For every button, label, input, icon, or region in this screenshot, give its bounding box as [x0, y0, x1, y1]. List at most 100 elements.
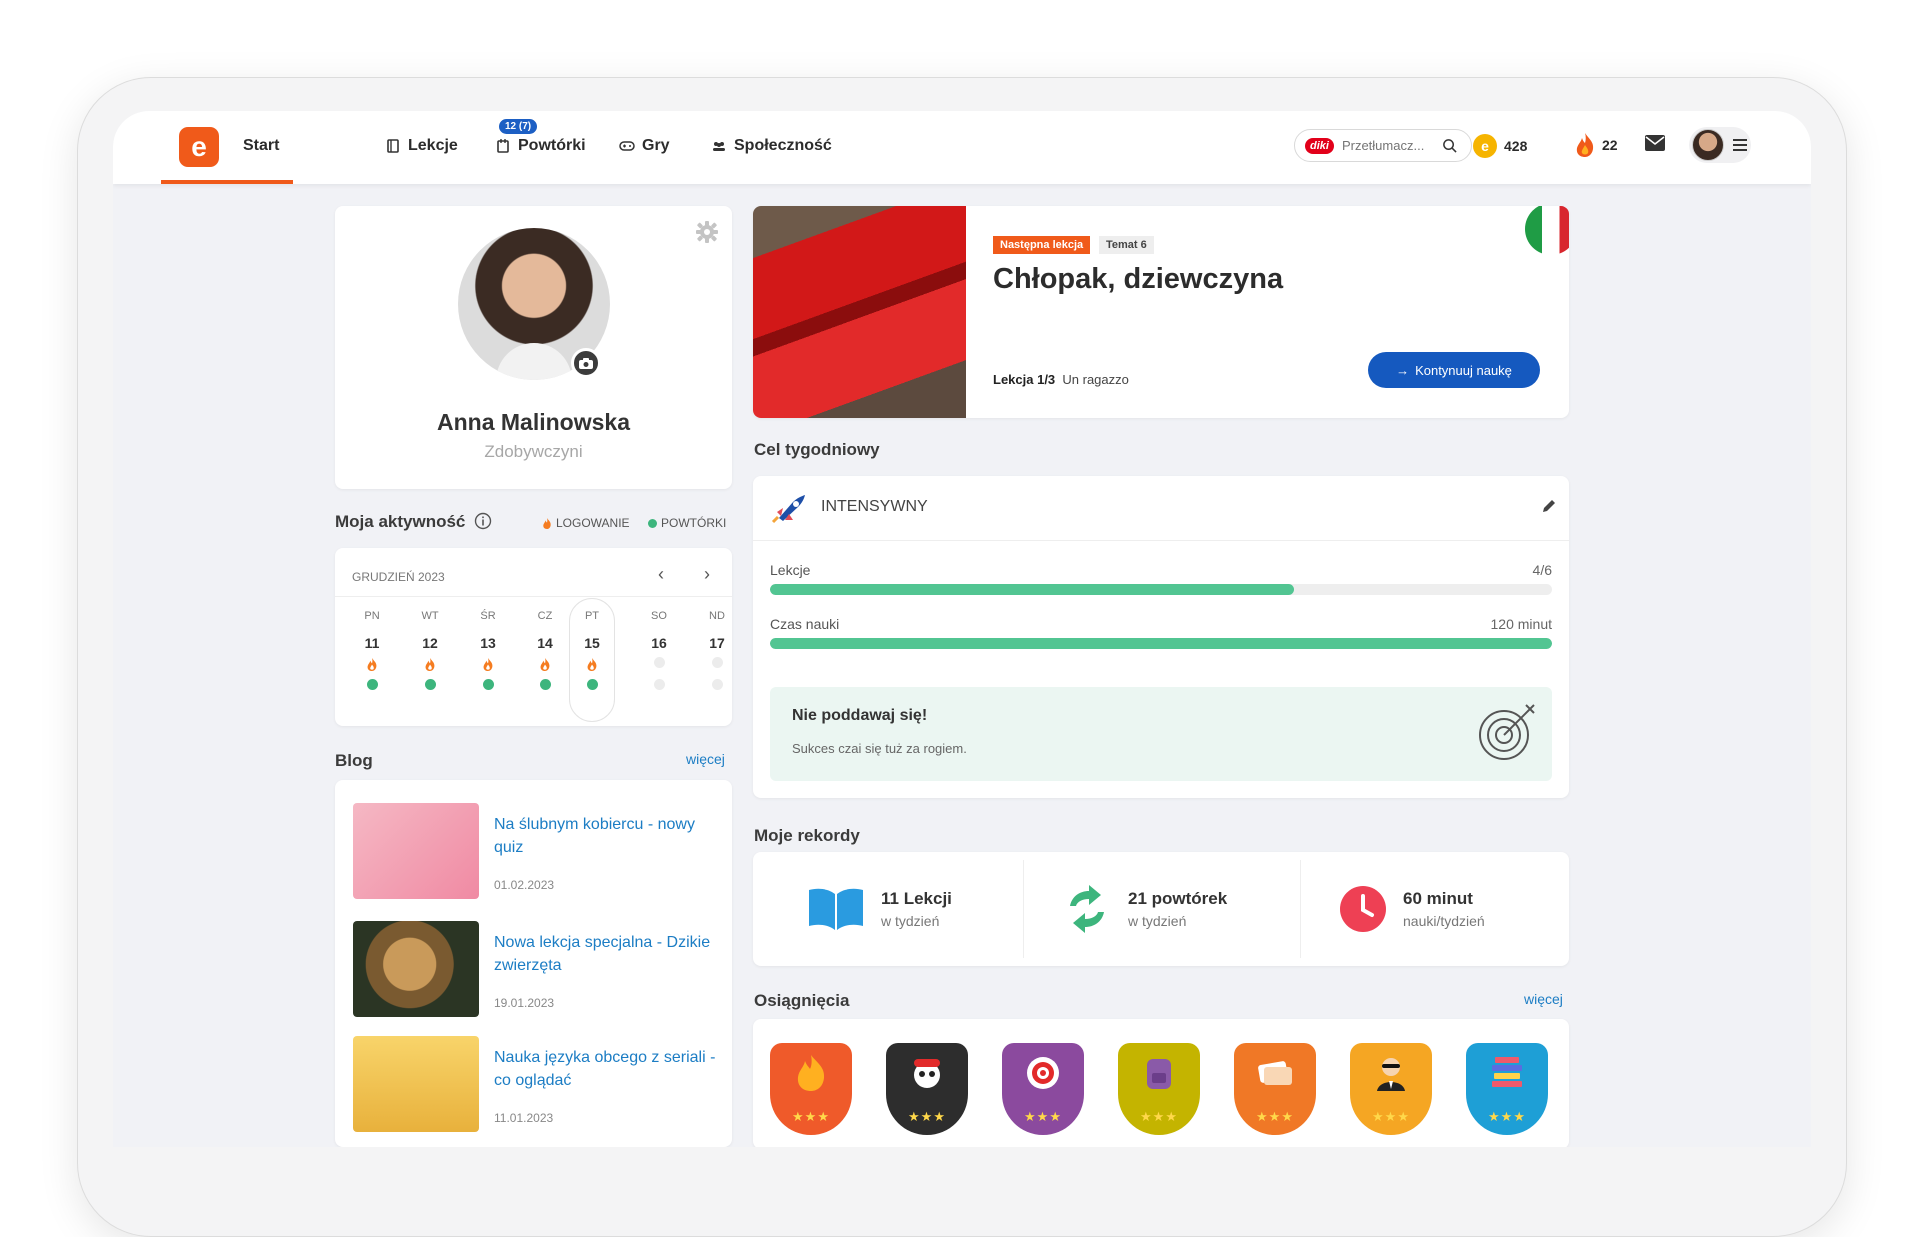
login-marker	[697, 657, 737, 673]
review-marker	[352, 679, 392, 690]
calendar-day[interactable]: CZ 14	[525, 610, 565, 690]
diki-logo: diki	[1305, 137, 1334, 154]
review-dot	[482, 679, 494, 690]
search-icon[interactable]	[1442, 138, 1457, 153]
achievement-badge[interactable]: ★★★	[1118, 1043, 1200, 1135]
coins-counter[interactable]: e 428	[1473, 134, 1527, 158]
topic-tag: Temat 6	[1099, 236, 1154, 254]
day-date: 12	[422, 635, 438, 651]
records-title: Moje rekordy	[754, 826, 860, 845]
flame-icon	[543, 517, 551, 529]
record-time: 60 minut nauki/tydzień	[1339, 852, 1485, 966]
achievements-more-link[interactable]: więcej	[1524, 991, 1563, 1007]
day-name: PT	[584, 610, 600, 622]
review-marker	[525, 679, 565, 690]
day-date: 17	[709, 635, 725, 651]
calendar-day[interactable]: ND 17	[697, 610, 737, 690]
nav-start[interactable]: Start	[243, 137, 279, 155]
divider	[1023, 860, 1024, 958]
login-marker	[410, 657, 450, 673]
calendar-prev-icon[interactable]: ‹	[658, 564, 664, 585]
blog-post-title[interactable]: Nowa lekcja specjalna - Dzikie zwierzęta	[494, 931, 724, 977]
lessons-bar-label: Lekcje	[770, 562, 811, 578]
open-book-icon	[809, 888, 863, 930]
blog-post[interactable]: Na ślubnym kobiercu - nowy quiz 01.02.20…	[353, 803, 723, 903]
app-screen: e Start Lekcje 12 (7) Powtórki Gry Społe…	[113, 111, 1811, 1147]
achievement-badge[interactable]: ★★★	[1466, 1043, 1548, 1135]
blog-post-date: 01.02.2023	[494, 878, 555, 892]
achievement-badge[interactable]: ★★★	[886, 1043, 968, 1135]
review-marker	[697, 679, 737, 690]
refresh-icon	[1070, 885, 1104, 933]
review-dot	[586, 679, 598, 690]
calendar-day[interactable]: WT 12	[410, 610, 450, 690]
translator-search[interactable]: diki	[1294, 129, 1472, 162]
blog-post[interactable]: Nauka języka obcego z seriali - co ogląd…	[353, 1036, 723, 1136]
gamepad-icon	[619, 141, 635, 151]
motivation-text: Sukces czai się tuż za rogiem.	[792, 741, 967, 756]
nav-reviews[interactable]: Powtórki	[495, 137, 586, 155]
achievement-badge[interactable]: ★★★	[770, 1043, 852, 1135]
coins-value: 428	[1504, 138, 1528, 154]
italian-flag-icon[interactable]	[1525, 206, 1569, 255]
user-menu[interactable]	[1689, 127, 1751, 163]
calendar-day[interactable]: SO 16	[639, 610, 679, 690]
stars-icon: ★★★	[908, 1109, 946, 1124]
continue-button[interactable]: → Kontynuuj naukę	[1368, 352, 1540, 388]
lesson-progress: Lekcja 1/3 Un ragazzo	[993, 372, 1129, 387]
goal-level: INTENSYWNY	[771, 490, 928, 524]
mail-icon[interactable]	[1645, 135, 1665, 156]
lesson-phrase: Un ragazzo	[1062, 372, 1129, 387]
book-icon	[387, 139, 399, 153]
login-marker	[639, 657, 679, 673]
next-lesson-tag: Następna lekcja	[993, 236, 1091, 254]
blog-title: Blog	[335, 751, 373, 770]
translator-search-input[interactable]	[1341, 138, 1434, 153]
day-name: ŚR	[480, 610, 496, 622]
blog-more-link[interactable]: więcej	[686, 751, 725, 767]
nav-games-label: Gry	[642, 137, 670, 154]
lesson-number: Lekcja 1/3	[993, 372, 1056, 387]
next-lesson-card: Następna lekcja Temat 6 Chłopak, dziewcz…	[753, 206, 1569, 418]
blog-thumb-tv	[353, 1036, 479, 1132]
review-dot	[424, 679, 436, 690]
rocket-icon	[771, 495, 805, 524]
blog-post[interactable]: Nowa lekcja specjalna - Dzikie zwierzęta…	[353, 921, 723, 1021]
streak-counter[interactable]: 22	[1574, 132, 1618, 158]
nav-games[interactable]: Gry	[619, 137, 670, 155]
review-dot	[653, 679, 665, 690]
calendar-day[interactable]: ŚR 13	[468, 610, 508, 690]
blog-thumb-leopard	[353, 921, 479, 1017]
legend-review-label: POWTÓRKI	[661, 516, 727, 530]
goal-level-label: INTENSYWNY	[821, 498, 928, 515]
nav-community-label: Społeczność	[734, 137, 832, 154]
info-icon[interactable]	[474, 512, 492, 530]
record-lessons-value: 11 Lekcji	[881, 889, 952, 908]
achievement-badge[interactable]: ★★★	[1350, 1043, 1432, 1135]
motivation-title: Nie poddawaj się!	[792, 707, 928, 724]
lessons-bar-value: 4/6	[1532, 562, 1552, 578]
flame-icon	[1576, 133, 1594, 157]
nav-community[interactable]: Społeczność	[711, 137, 832, 155]
achievement-badge[interactable]: ★★★	[1002, 1043, 1084, 1135]
stars-icon: ★★★	[1488, 1109, 1526, 1124]
calendar-day[interactable]: PT 15	[572, 610, 612, 690]
calendar-next-icon[interactable]: ›	[704, 564, 710, 585]
weekly-goal-title: Cel tygodniowy	[754, 440, 880, 459]
agent-badge-icon	[1377, 1058, 1405, 1091]
blog-post-title[interactable]: Nauka języka obcego z seriali - co ogląd…	[494, 1046, 724, 1092]
hamburger-icon	[1733, 139, 1747, 151]
flame-icon	[425, 657, 435, 672]
calendar-day[interactable]: PN 11	[352, 610, 392, 690]
blog-post-title[interactable]: Na ślubnym kobiercu - nowy quiz	[494, 813, 724, 859]
review-marker	[410, 679, 450, 690]
lessons-progress-fill	[770, 584, 1294, 595]
pencil-icon[interactable]	[1541, 498, 1557, 514]
achievement-badge[interactable]: ★★★	[1234, 1043, 1316, 1135]
gear-icon[interactable]	[695, 220, 719, 249]
activity-title-text: Moja aktywność	[335, 512, 466, 531]
camera-icon[interactable]	[571, 348, 601, 378]
app-logo[interactable]: e	[179, 127, 219, 167]
record-lessons: 11 Lekcji w tydzień	[807, 852, 952, 966]
nav-lessons[interactable]: Lekcje	[385, 137, 458, 155]
